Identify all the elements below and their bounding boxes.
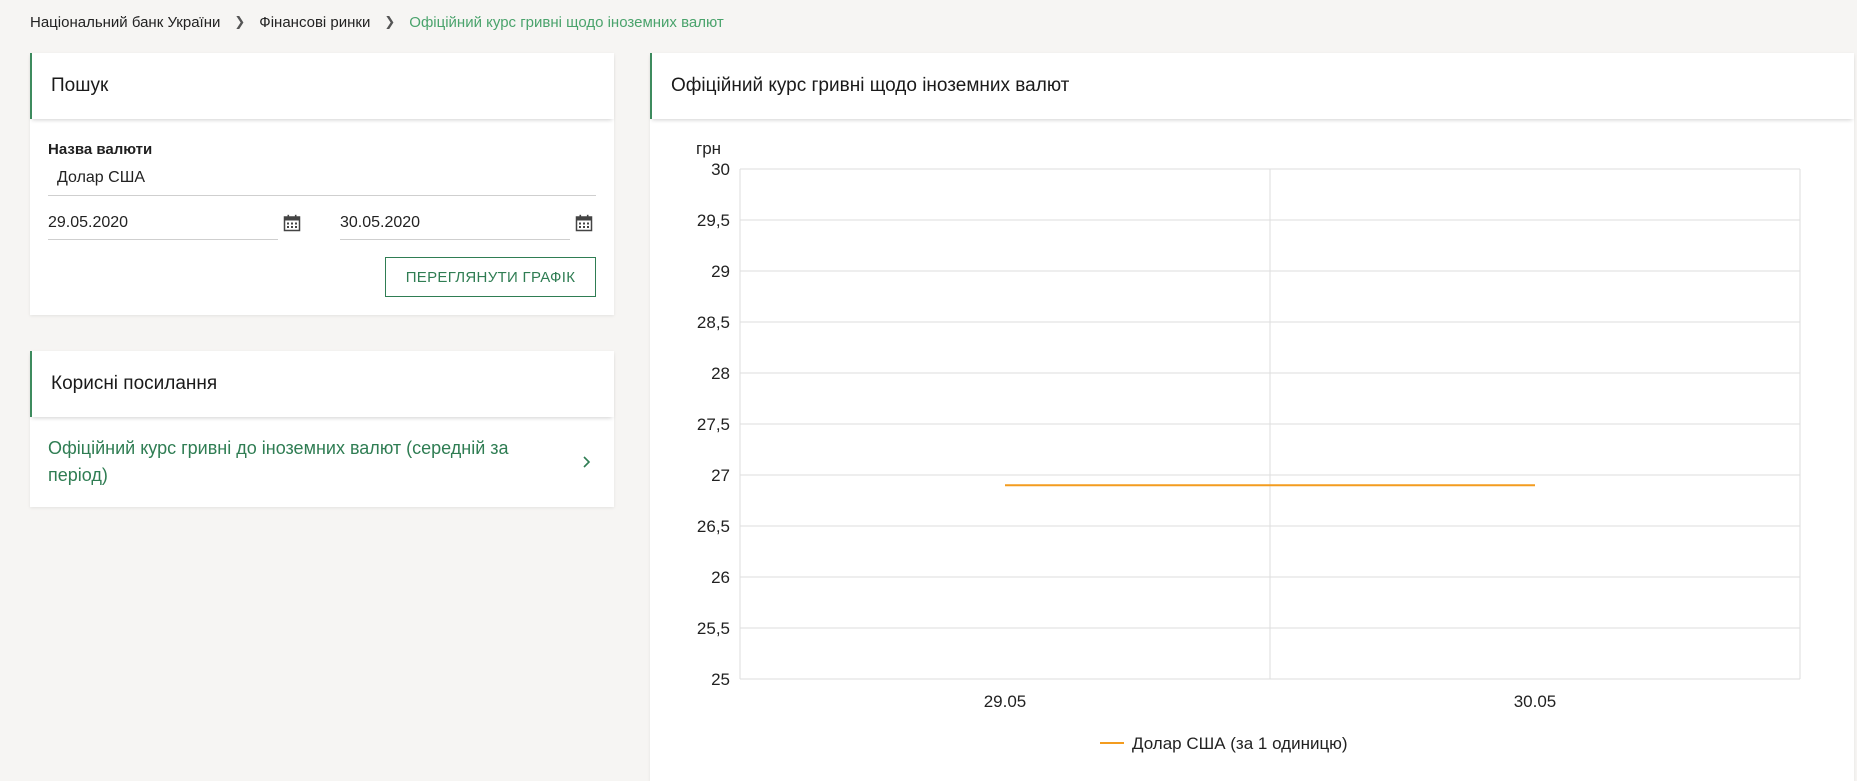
y-tick-label: 25,5 <box>697 619 730 638</box>
y-tick-label: 26 <box>711 568 730 587</box>
chart-panel: Офіційний курс гривні щодо іноземних вал… <box>650 53 1854 781</box>
date-to-input[interactable] <box>340 206 570 240</box>
chevron-right-icon: ❯ <box>384 14 396 29</box>
y-tick-label: 27 <box>711 466 730 485</box>
breadcrumb-current: Офіційний курс гривні щодо іноземних вал… <box>409 13 724 31</box>
x-tick-label: 30.05 <box>1514 692 1557 711</box>
search-panel-title: Пошук <box>30 53 614 119</box>
date-from-field <box>48 206 322 240</box>
useful-link-average-rate[interactable]: Офіційний курс гривні до іноземних валют… <box>30 417 614 507</box>
y-tick-label: 30 <box>711 160 730 179</box>
view-chart-button[interactable]: ПЕРЕГЛЯНУТИ ГРАФІК <box>385 257 596 297</box>
date-to-field <box>340 206 614 240</box>
useful-links-title: Корисні посилання <box>30 351 614 417</box>
y-tick-label: 25 <box>711 670 730 689</box>
chevron-right-icon: ❯ <box>234 14 246 29</box>
exchange-rate-chart: грн 25 25,5 26 26,5 27 27,5 28 28,5 29 29,5 30 29.05… <box>696 139 1801 753</box>
date-from-input[interactable] <box>48 206 278 240</box>
useful-links-panel: Корисні посилання Офіційний курс гривні … <box>30 351 614 507</box>
chart-panel-title: Офіційний курс гривні щодо іноземних вал… <box>650 53 1854 119</box>
currency-label: Назва валюти <box>48 141 153 158</box>
y-tick-label: 29 <box>711 262 730 281</box>
x-tick-label: 29.05 <box>984 692 1027 711</box>
y-tick-label: 26,5 <box>697 517 730 536</box>
calendar-icon[interactable] <box>575 214 593 232</box>
breadcrumb-item-nbu[interactable]: Національний банк України <box>30 14 220 31</box>
breadcrumb: Національний банк України ❯ Фінансові ри… <box>30 12 724 32</box>
calendar-icon[interactable] <box>283 214 301 232</box>
search-panel: Пошук Назва валюти ПЕРЕГЛЯНУТИ <box>30 53 614 315</box>
currency-input[interactable] <box>48 160 596 196</box>
chevron-right-icon <box>583 456 591 468</box>
legend-label: Долар США (за 1 одиницю) <box>1132 734 1348 753</box>
y-tick-label: 29,5 <box>697 211 730 230</box>
y-tick-label: 28 <box>711 364 730 383</box>
y-axis-label: грн <box>696 139 721 158</box>
y-tick-label: 27,5 <box>697 415 730 434</box>
breadcrumb-item-financial-markets[interactable]: Фінансові ринки <box>259 14 370 31</box>
useful-link-label: Офіційний курс гривні до іноземних валют… <box>48 438 509 485</box>
y-tick-label: 28,5 <box>697 313 730 332</box>
